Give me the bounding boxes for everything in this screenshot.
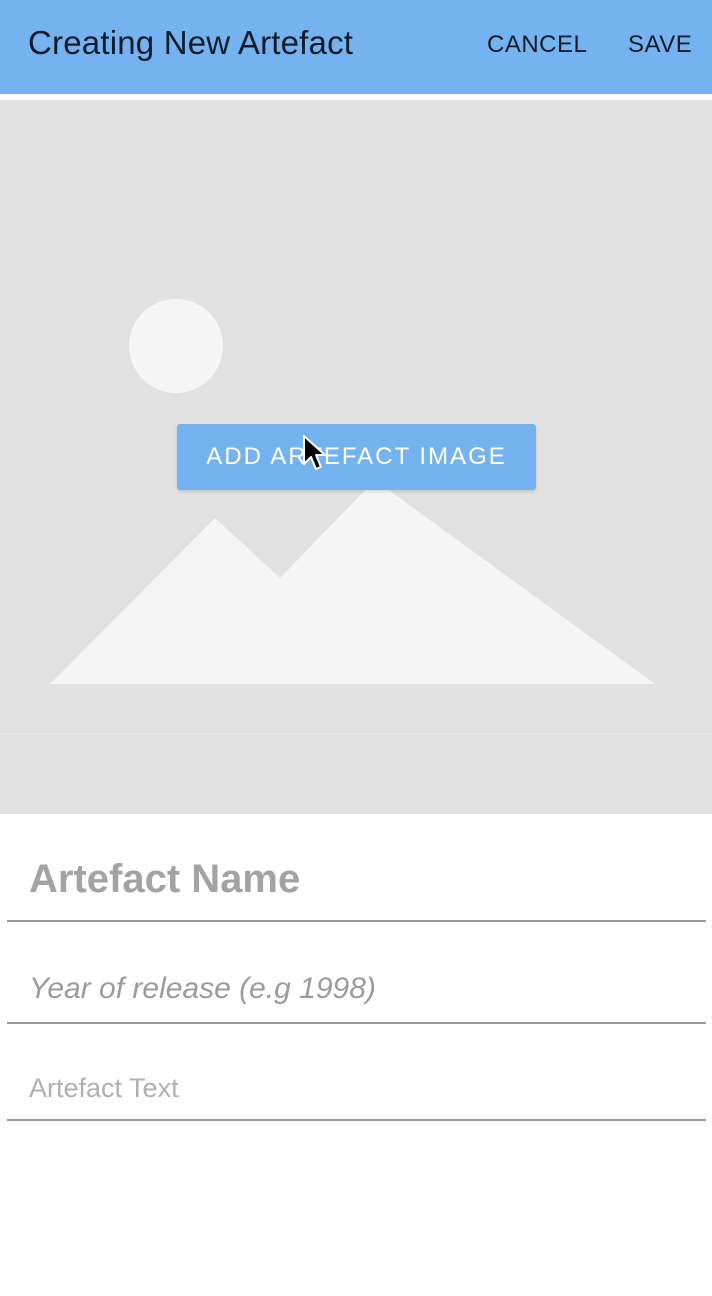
sun-icon [129,299,223,393]
add-artefact-image-button[interactable]: ADD ARTEFACT IMAGE [177,424,536,490]
app-bar: Creating New Artefact CANCEL SAVE [0,0,712,94]
page-title: Creating New Artefact [28,24,354,61]
save-button[interactable]: SAVE [628,31,692,59]
artefact-text-placeholder: Artefact Text [29,1073,179,1103]
artefact-text-field[interactable]: Artefact Text [7,1024,706,1121]
year-of-release-placeholder: Year of release (e.g 1998) [29,972,376,1005]
mouse-pointer-icon [303,435,326,470]
artefact-image-area[interactable]: ADD ARTEFACT IMAGE [0,100,712,814]
year-of-release-field[interactable]: Year of release (e.g 1998) [7,922,706,1024]
image-area-divider [0,733,712,734]
cancel-button[interactable]: CANCEL [487,31,587,59]
artefact-name-field[interactable]: Artefact Name [7,815,706,922]
artefact-name-placeholder: Artefact Name [29,857,301,901]
mountains-icon [50,480,655,684]
